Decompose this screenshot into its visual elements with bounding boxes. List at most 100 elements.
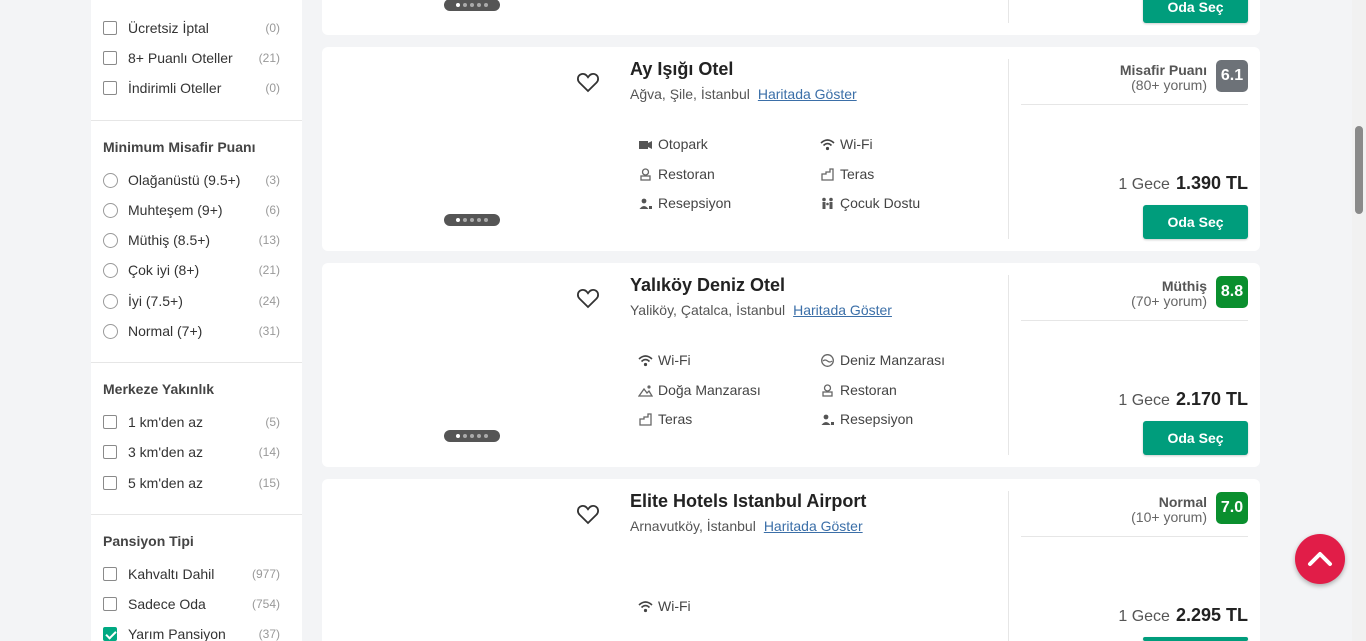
show-on-map-link[interactable]: Haritada Göster [758, 86, 857, 102]
select-room-button[interactable] [1143, 637, 1248, 641]
filter-label: 5 km'den az [128, 475, 204, 491]
hotel-location: Arnavutköy, İstanbul Haritada Göster [630, 518, 863, 534]
guest-rating-label: Misafir Puanı (80+ yorum) [1120, 63, 1207, 93]
filter-count: (24) [258, 294, 280, 308]
checkbox[interactable] [103, 51, 117, 65]
filter-distance-option[interactable]: 5 km'den az (15) [103, 473, 280, 493]
filter-rating-option[interactable]: Çok iyi (8+) (21) [103, 260, 280, 280]
hotel-photo[interactable] [322, 263, 538, 467]
hotel-name[interactable]: Ay Işığı Otel [630, 59, 733, 80]
radio[interactable] [103, 232, 118, 248]
family-icon [820, 197, 835, 210]
filter-rating-option[interactable]: Müthiş (8.5+) (13) [103, 230, 280, 250]
checkbox[interactable] [103, 415, 117, 429]
wifi-icon [638, 600, 653, 613]
amenity-label: Restoran [840, 382, 897, 398]
filter-board-option[interactable]: Kahvaltı Dahil (977) [103, 564, 280, 584]
amenity-item: Resepsiyon [638, 195, 731, 211]
guest-rating-label: Normal (10+ yorum) [1131, 495, 1207, 525]
select-room-button[interactable]: Oda Seç [1143, 421, 1248, 455]
show-on-map-link[interactable]: Haritada Göster [764, 518, 863, 534]
filter-discounted-hotels[interactable]: İndirimli Oteller (0) [103, 78, 280, 98]
filter-rating-option[interactable]: Olağanüstü (9.5+) (3) [103, 170, 280, 190]
divider [1008, 275, 1009, 455]
filter-label: Yarım Pansiyon [128, 626, 226, 641]
photo-carousel-dots[interactable] [444, 430, 500, 442]
favorite-heart-icon[interactable] [576, 503, 600, 525]
photo-carousel-dots[interactable] [444, 214, 500, 226]
filter-distance-option[interactable]: 1 km'den az (5) [103, 412, 280, 432]
parking-icon [638, 138, 653, 151]
filter-count: (37) [258, 627, 280, 641]
amenity-item: Wi-Fi [638, 598, 691, 614]
location-text: Yaliköy, Çatalca, İstanbul [630, 302, 786, 318]
checkbox-checked[interactable] [103, 627, 117, 641]
amenity-label: Wi-Fi [840, 136, 873, 152]
wifi-icon [638, 354, 653, 367]
hotel-photo[interactable] [322, 479, 538, 641]
filter-count: (5) [265, 415, 280, 429]
filter-board-option[interactable]: Yarım Pansiyon (37) [103, 624, 280, 641]
photo-carousel-dots[interactable] [444, 0, 500, 11]
location-text: Arnavutköy, İstanbul [630, 518, 756, 534]
filter-rating-option[interactable]: Normal (7+) (31) [103, 321, 280, 341]
terrace-icon [820, 167, 835, 181]
favorite-heart-icon[interactable] [576, 287, 600, 309]
show-on-map-link[interactable]: Haritada Göster [793, 302, 892, 318]
checkbox[interactable] [103, 21, 117, 35]
filter-sidebar: Ücretsiz İptal (0) 8+ Puanlı Oteller (21… [91, 0, 302, 641]
filter-rating-option[interactable]: İyi (7.5+) (24) [103, 291, 280, 311]
select-room-button[interactable]: Oda Seç [1143, 205, 1248, 239]
radio[interactable] [103, 262, 118, 278]
checkbox[interactable] [103, 597, 117, 611]
amenity-item: Restoran [820, 382, 897, 398]
radio[interactable] [103, 293, 118, 309]
filter-count: (0) [265, 21, 280, 35]
score-value: 8.8 [1220, 283, 1244, 300]
hotel-name[interactable]: Yalıköy Deniz Otel [630, 275, 785, 296]
filter-free-cancel[interactable]: Ücretsiz İptal (0) [103, 18, 280, 38]
hotel-name[interactable]: Elite Hotels Istanbul Airport [630, 491, 866, 512]
amenity-label: Restoran [658, 166, 715, 182]
price: 1 Gece 1.390 TL [1118, 173, 1248, 194]
review-count: (80+ yorum) [1131, 77, 1207, 93]
filter-count: (15) [258, 476, 280, 490]
scrollbar-thumb[interactable] [1355, 126, 1363, 214]
sea-view-icon [820, 353, 835, 367]
select-room-button[interactable]: Oda Seç [1143, 0, 1248, 23]
filter-count: (977) [251, 567, 280, 581]
page-scrollbar[interactable] [1352, 0, 1366, 641]
amenity-label: Doğa Manzarası [658, 382, 761, 398]
amenity-label: Çocuk Dostu [840, 195, 921, 211]
radio[interactable] [103, 172, 118, 188]
section-title: Minimum Misafir Puanı [103, 139, 256, 155]
chevron-up-icon [1308, 552, 1332, 566]
checkbox[interactable] [103, 445, 117, 459]
hotel-photo[interactable] [322, 47, 538, 251]
section-title: Merkeze Yakınlık [103, 381, 215, 397]
radio[interactable] [103, 202, 118, 218]
nights-label: 1 Gece [1118, 176, 1170, 193]
favorite-heart-icon[interactable] [576, 71, 600, 93]
score-badge: 6.1 [1216, 60, 1248, 92]
checkbox[interactable] [103, 567, 117, 581]
filter-section-board-type: Pansiyon Tipi Kahvaltı Dahil (977) Sadec… [91, 514, 302, 641]
filter-rating-option[interactable]: Muhteşem (9+) (6) [103, 200, 280, 220]
scroll-to-top-button[interactable] [1295, 534, 1345, 584]
divider [1008, 0, 1009, 23]
price: 1 Gece 2.295 TL [1118, 605, 1248, 626]
checkbox[interactable] [103, 476, 117, 490]
filter-8plus-hotels[interactable]: 8+ Puanlı Oteller (21) [103, 48, 280, 68]
filter-board-option[interactable]: Sadece Oda (754) [103, 594, 280, 614]
filter-section-distance: Merkeze Yakınlık 1 km'den az (5) 3 km'de… [91, 362, 302, 515]
filter-distance-option[interactable]: 3 km'den az (14) [103, 442, 280, 462]
radio[interactable] [103, 323, 118, 339]
filter-label: Ücretsiz İptal [128, 20, 209, 36]
amenity-label: Teras [658, 411, 693, 427]
filter-label: Normal (7+) [128, 323, 203, 339]
amenity-item: Restoran [638, 166, 715, 182]
price: 1 Gece 2.170 TL [1118, 389, 1248, 410]
filter-label: Çok iyi (8+) [128, 262, 200, 278]
filter-label: Müthiş (8.5+) [128, 232, 211, 248]
checkbox[interactable] [103, 81, 117, 95]
